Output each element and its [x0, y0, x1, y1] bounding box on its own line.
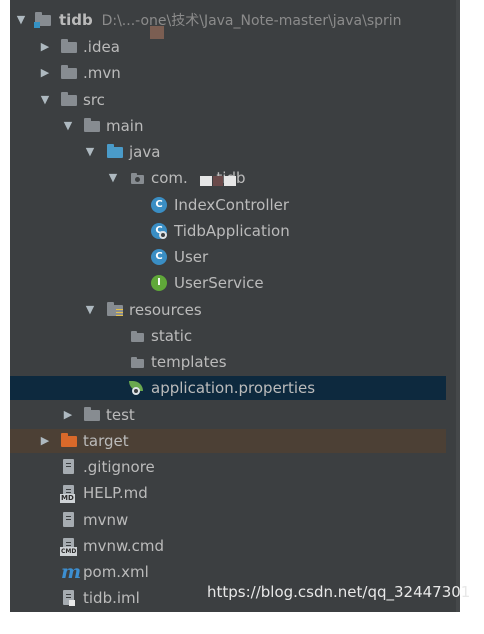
project-tree-panel: ▼ tidb D:\...-one\技术\Java_Note-master\ja…	[10, 0, 460, 612]
collapsed-arrow-icon[interactable]: ▶	[38, 61, 52, 85]
tree-node-templates[interactable]: templates	[10, 350, 446, 374]
src-folder-label: src	[83, 91, 105, 109]
main-folder-label: main	[106, 117, 144, 135]
scrollbar-track[interactable]	[456, 0, 460, 612]
folder-icon	[128, 353, 146, 371]
file-label: tidb.iml	[83, 589, 140, 607]
class-icon: C	[150, 248, 168, 266]
expand-arrow-icon[interactable]: ▼	[106, 166, 120, 190]
root-path: D:\...-one\技术\Java_Note-master\java\spri…	[101, 13, 402, 29]
static-folder-label: static	[151, 327, 193, 345]
tree-node-main[interactable]: ▼ main	[10, 114, 446, 138]
file-label: .gitignore	[83, 458, 155, 476]
file-label: mvnw.cmd	[83, 537, 165, 555]
class-icon: C	[150, 196, 168, 214]
expand-arrow-icon[interactable]: ▼	[83, 298, 97, 322]
maven-file-icon: m	[61, 561, 82, 583]
root-name: tidb	[59, 11, 93, 29]
expand-arrow-icon[interactable]: ▼	[61, 114, 75, 138]
idea-folder-label: .idea	[83, 38, 120, 56]
folder-icon	[60, 91, 78, 109]
tree-node-file[interactable]: m pom.xml	[10, 560, 446, 584]
tree-node-file[interactable]: mvnw	[10, 508, 446, 532]
expand-arrow-icon[interactable]: ▼	[38, 88, 52, 112]
tree-node-target[interactable]: ▶ target	[10, 429, 446, 453]
package-icon	[128, 169, 146, 187]
java-folder-label: java	[129, 143, 161, 161]
resources-folder-label: resources	[129, 301, 202, 319]
class-label: TidbApplication	[174, 222, 290, 240]
redaction-mark	[224, 176, 236, 186]
tree-node-java[interactable]: ▼ java	[10, 140, 446, 164]
collapsed-arrow-icon[interactable]: ▶	[38, 429, 52, 453]
spring-properties-icon	[128, 379, 146, 397]
redaction-mark	[200, 176, 212, 186]
properties-file-label: application.properties	[151, 379, 316, 397]
tree-node-test[interactable]: ▶ test	[10, 403, 446, 427]
tree-node-file[interactable]: CMD mvnw.cmd	[10, 534, 446, 558]
collapsed-arrow-icon[interactable]: ▶	[38, 35, 52, 59]
interface-icon: I	[150, 274, 168, 292]
templates-folder-label: templates	[151, 353, 227, 371]
class-label: IndexController	[174, 196, 290, 214]
tree-node-class[interactable]: C IndexController	[10, 193, 446, 217]
text-file-icon	[60, 511, 78, 529]
folder-icon	[128, 327, 146, 345]
module-folder-icon	[34, 11, 52, 29]
file-label: mvnw	[83, 511, 129, 529]
tree-node-interface[interactable]: I UserService	[10, 271, 446, 295]
tree-node-class[interactable]: C User	[10, 245, 446, 269]
cmd-file-icon: CMD	[60, 537, 78, 556]
markdown-file-icon: MD	[60, 484, 78, 503]
collapsed-arrow-icon[interactable]: ▶	[61, 403, 75, 427]
tree-node-mvn[interactable]: ▶ .mvn	[10, 61, 446, 85]
tree-node-root[interactable]: ▼ tidb D:\...-one\技术\Java_Note-master\ja…	[10, 8, 446, 32]
interface-label: UserService	[174, 274, 264, 292]
tree-node-idea[interactable]: ▶ .idea	[10, 35, 446, 59]
text-file-icon	[60, 458, 78, 476]
tree-node-resources[interactable]: ▼ resources	[10, 298, 446, 322]
expand-arrow-icon[interactable]: ▼	[83, 140, 97, 164]
folder-icon	[83, 117, 101, 135]
expand-arrow-icon[interactable]: ▼	[14, 8, 28, 32]
class-label: User	[174, 248, 209, 266]
resources-folder-icon	[106, 301, 124, 319]
tree-node-src[interactable]: ▼ src	[10, 88, 446, 112]
folder-icon	[60, 64, 78, 82]
source-folder-icon	[106, 143, 124, 161]
test-folder-label: test	[106, 406, 135, 424]
excluded-folder-icon	[60, 432, 78, 450]
file-label: HELP.md	[83, 484, 148, 502]
mvn-folder-label: .mvn	[83, 64, 121, 82]
file-label: pom.xml	[83, 563, 149, 581]
spring-boot-class-icon: C	[150, 222, 168, 240]
redaction-mark	[213, 176, 223, 186]
tree-node-static[interactable]: static	[10, 324, 446, 348]
tree-node-application-properties[interactable]: application.properties	[10, 376, 446, 400]
tree-node-file[interactable]: .gitignore	[10, 455, 446, 479]
watermark-text: https://blog.csdn.net/qq_32447301	[207, 583, 471, 601]
folder-icon	[83, 406, 101, 424]
folder-icon	[60, 38, 78, 56]
tree-node-file[interactable]: MD HELP.md	[10, 481, 446, 505]
target-folder-label: target	[83, 432, 129, 450]
tree-node-class[interactable]: C TidbApplication	[10, 219, 446, 243]
module-file-icon	[60, 589, 78, 607]
